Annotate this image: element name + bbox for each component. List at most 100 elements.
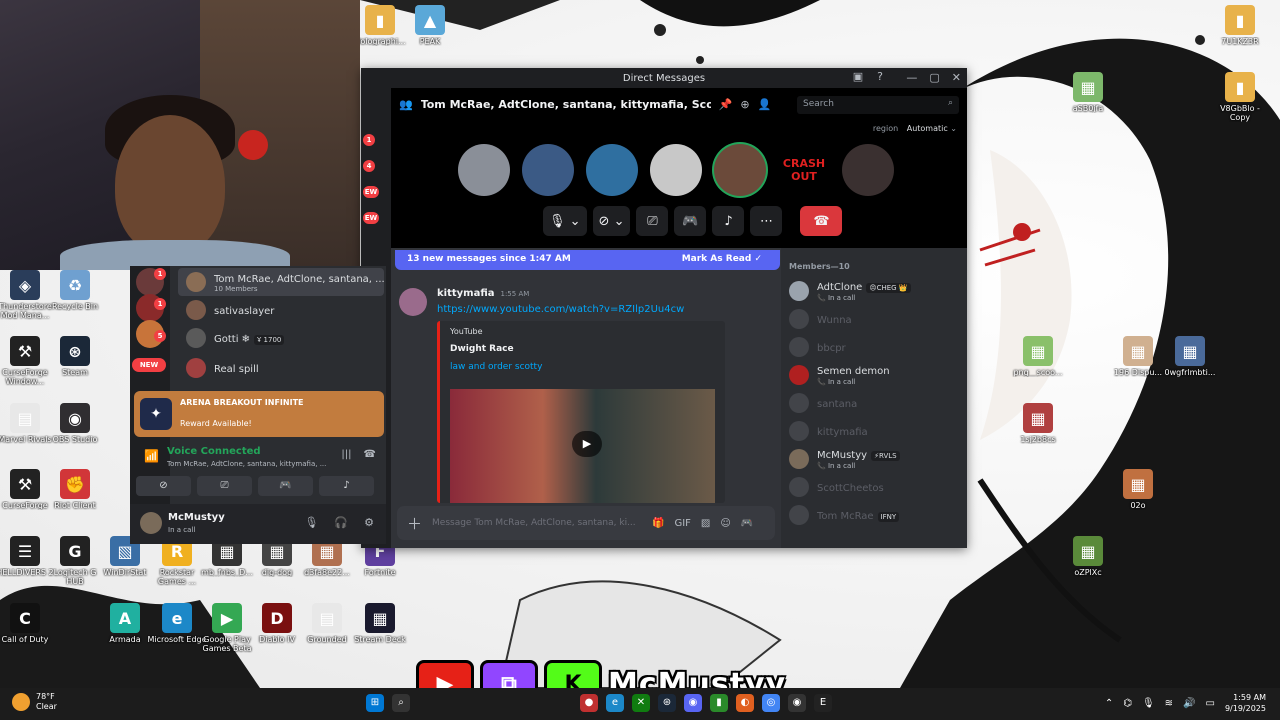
desktop-icon[interactable]: ▦ 1sj2b8cs [1008,403,1068,444]
close-button[interactable]: ✕ [952,71,961,84]
chevron-up-icon[interactable]: ⌃ [1105,698,1113,709]
member-row[interactable]: AdtClone 😠CHEG 👑 📞 In a call [789,277,959,305]
desktop-icon[interactable]: ▲ PEAK [400,5,460,46]
message-composer[interactable]: ＋ Message Tom McRae, AdtClone, santana, … [397,506,775,540]
desktop-icon[interactable]: ◉ OBS Studio [45,403,105,444]
desktop-icon[interactable]: ▦ Stream Deck [350,603,410,644]
member-row[interactable]: Wunna [789,305,959,333]
activity-button[interactable]: 🎮 [674,206,707,236]
participant-avatar[interactable] [650,144,702,196]
minimize-button[interactable]: — [906,71,917,84]
app-icon[interactable]: ▮ [710,694,728,712]
embed-provider[interactable]: YouTube [450,327,715,336]
voice-connected-title[interactable]: Voice Connected [167,446,261,457]
search-icon[interactable]: ⌕ [392,694,410,712]
camera-button[interactable]: ⊘ ⌄ [592,206,631,236]
discord-icon[interactable]: ◉ [684,694,702,712]
mark-as-read-button[interactable]: Mark As Read ✓ [682,254,762,264]
gear-icon[interactable]: ⚙ [364,516,374,529]
desktop-icon[interactable]: ⊛ Steam [45,336,105,377]
pin-icon[interactable]: 📌 [719,98,733,111]
activities-icon[interactable]: 🎮 [741,518,753,529]
participant-avatar[interactable] [458,144,510,196]
desktop-icon[interactable]: ♻ Recycle Bin [45,270,105,311]
member-row[interactable]: santana [789,389,959,417]
participant-avatar[interactable] [842,144,894,196]
avatar[interactable] [140,512,162,534]
dm-list-item[interactable]: Real spill [178,354,384,382]
volume-icon[interactable]: 🔊 [1183,698,1195,709]
member-row[interactable]: bbcpr [789,333,959,361]
clock[interactable]: 1:59 AM 9/19/2025 [1225,692,1266,714]
noise-suppression-icon[interactable]: ||| [341,449,351,460]
headphones-icon[interactable]: 🎧 [334,516,348,529]
member-row[interactable]: kittymafia [789,417,959,445]
desktop-icon[interactable]: ✊ Riot Client [45,469,105,510]
desktop-icon[interactable]: ▦ png__scoo... [1008,336,1068,377]
disconnect-icon[interactable]: ☎ [364,449,376,460]
microphone-icon[interactable]: 🎙 [304,516,318,529]
message-link[interactable]: https://www.youtube.com/watch?v=RZIlp2Uu… [437,304,684,315]
desktop-icon[interactable]: ▮ V8GbBlo - Copy [1210,72,1270,122]
promo-banner[interactable]: ✦ ARENA BREAKOUT INFINITE Reward Availab… [134,391,384,437]
desktop-icon[interactable]: ▦ 196 Dispu... [1108,336,1168,377]
epic-games-icon[interactable]: E [814,694,832,712]
region-selector[interactable]: region Automatic ⌄ [873,124,957,133]
member-row[interactable]: McMustyy ⚡RVLS 📞 In a call [789,445,959,473]
member-row[interactable]: ScottCheetos [789,473,959,501]
search-input[interactable]: Search ⌕ [797,96,959,114]
play-icon[interactable]: ▶ [572,431,602,457]
new-messages-bar[interactable]: 13 new messages since 1:47 AM Mark As Re… [395,250,780,270]
dm-list-item[interactable]: Gotti ❄ Ұ 1700 [178,324,384,352]
wifi-icon[interactable]: ≋ [1165,698,1173,709]
maximize-button[interactable]: ▢ [929,71,939,84]
app-icon[interactable]: ◐ [736,694,754,712]
member-row[interactable]: Semen demon 📞 In a call [789,361,959,389]
help-icon[interactable]: ? [877,70,883,83]
more-options-button[interactable]: ⋯ [750,206,783,236]
signal-icon[interactable]: 📶 [144,449,159,463]
screen-share-button[interactable]: ⎚ [197,476,252,496]
activity-button[interactable]: 🎮 [258,476,313,496]
emoji-icon[interactable]: ☺ [720,518,730,529]
desktop-icon[interactable]: ▮ 7U1KZ3R [1210,5,1270,46]
video-thumbnail[interactable]: ▶ [450,389,715,503]
participant-avatar[interactable] [586,144,638,196]
steam-icon[interactable]: ⊛ [658,694,676,712]
embed-video-title[interactable]: law and order scotty [450,362,715,372]
weather-widget[interactable]: 78°F Clear [12,692,57,712]
dm-list-item[interactable]: Tom McRae, AdtClone, santana, ... 10 Memb… [178,268,385,296]
add-friends-icon[interactable]: ⊕ [740,98,749,111]
disconnect-button[interactable]: ☎ [800,206,843,236]
microphone-icon[interactable]: 🎙 [1142,698,1155,709]
message-author[interactable]: kittymafia [437,288,495,299]
network-icon[interactable]: ⌬ [1123,698,1132,709]
sticker-icon[interactable]: ▨ [701,518,710,529]
gif-icon[interactable]: GIF [674,518,690,529]
obs-icon[interactable]: ◉ [788,694,806,712]
gift-icon[interactable]: 🎁 [652,518,664,529]
member-row[interactable]: Tom McRae IFNY [789,501,959,529]
avatar[interactable] [399,288,427,316]
embed-author[interactable]: Dwight Race [450,344,715,354]
desktop-icon[interactable]: C Call of Duty [0,603,55,644]
mute-button[interactable]: 🎙 ⌄ [543,206,587,236]
member-list-icon[interactable]: 👤 [758,98,772,111]
battery-icon[interactable]: ▭ [1206,698,1215,709]
camera-toggle-button[interactable]: ⊘ [136,476,191,496]
user-name[interactable]: McMustyy [168,512,225,523]
message-input[interactable]: Message Tom McRae, AdtClone, santana, ki… [432,518,642,528]
desktop-icon[interactable]: A Armada [95,603,155,644]
desktop-icon[interactable]: ▦ 02o [1108,469,1168,510]
participant-avatar[interactable]: CRASH OUT [778,144,830,196]
desktop-icon[interactable]: ▦ 0wgfrlmbti... [1160,336,1220,377]
soundboard-button[interactable]: ♪ [319,476,374,496]
chrome-icon[interactable]: ◎ [762,694,780,712]
xbox-icon[interactable]: ✕ [632,694,650,712]
group-dm-name[interactable]: Tom McRae, AdtClone, santana, kittymafia… [421,98,711,111]
soundboard-button[interactable]: ♪ [712,206,745,236]
share-screen-button[interactable]: ⎚ [636,206,669,236]
edge-icon[interactable]: e [606,694,624,712]
desktop-icon[interactable]: ▦ oZPlXc [1058,536,1118,577]
dm-list-item[interactable]: sativaslayer [178,296,384,324]
